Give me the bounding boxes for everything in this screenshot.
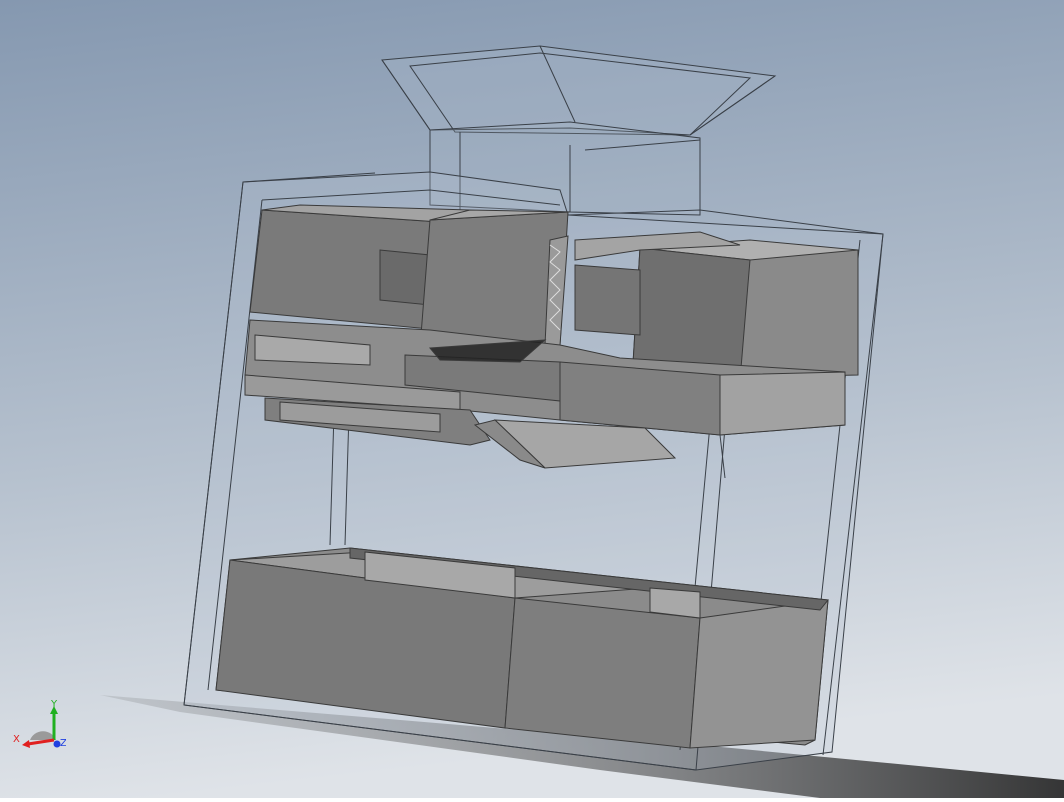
3d-model-viewport[interactable]: Y X Z <box>0 0 1064 798</box>
crusher-block <box>419 209 571 349</box>
x-axis-arrow <box>22 740 30 748</box>
z-axis-label: Z <box>60 738 66 749</box>
x-axis-line <box>27 738 55 746</box>
orientation-triad: Y X Z <box>10 699 67 756</box>
y-axis-label: Y <box>50 700 58 710</box>
x-axis-label: X <box>13 734 20 745</box>
triad-sphere <box>30 731 56 740</box>
